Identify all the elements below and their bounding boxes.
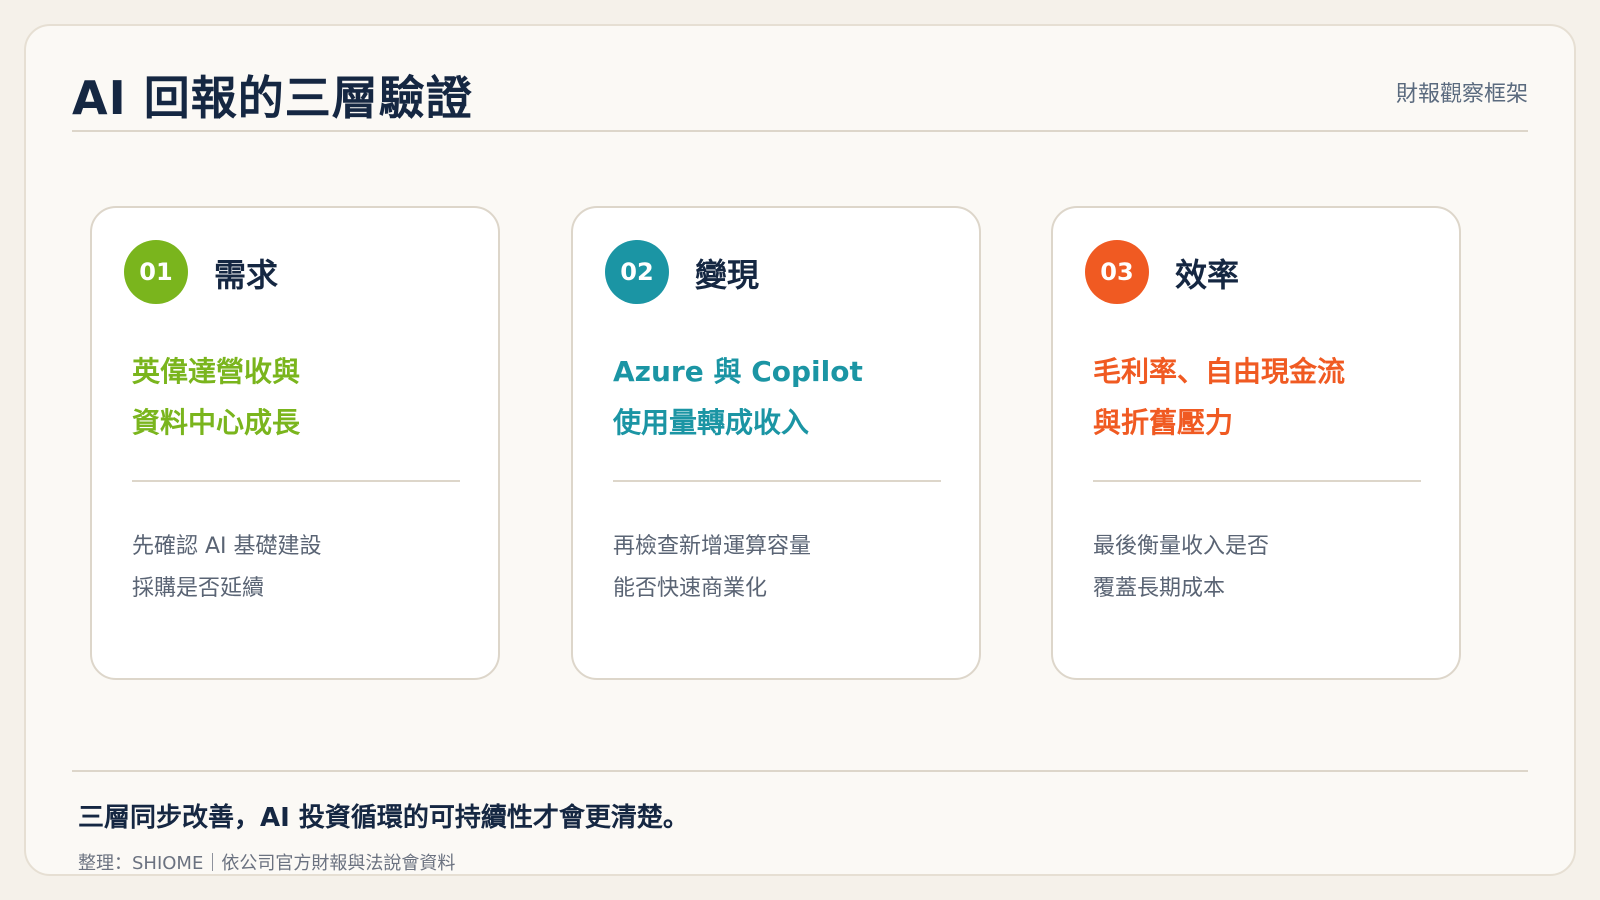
page-title: AI 回報的三層驗證 — [72, 71, 473, 125]
card-efficiency: 03 效率 毛利率、自由現金流 與折舊壓力 最後衡量收入是否 覆蓋長期成本 — [1051, 206, 1461, 680]
card-description: 再檢查新增運算容量 能否快速商業化 — [613, 526, 953, 610]
step-badge: 02 — [605, 240, 669, 304]
highlight-line: 與折舊壓力 — [1093, 406, 1234, 439]
card-divider — [132, 480, 460, 482]
description-line: 覆蓋長期成本 — [1093, 576, 1226, 601]
footer-divider — [72, 770, 1528, 772]
highlight-line: 使用量轉成收入 — [613, 406, 810, 439]
conclusion-text: 三層同步改善，AI 投資循環的可持續性才會更清楚。 — [78, 803, 689, 833]
step-badge: 01 — [124, 240, 188, 304]
card-divider — [613, 480, 941, 482]
page-subtitle: 財報觀察框架 — [1395, 82, 1528, 107]
step-badge: 03 — [1085, 240, 1149, 304]
highlight-line: Azure 與 Copilot — [613, 355, 863, 388]
card-highlight: 英偉達營收與 資料中心成長 — [132, 346, 472, 448]
description-line: 最後衡量收入是否 — [1093, 534, 1270, 559]
description-line: 採購是否延續 — [132, 576, 265, 601]
highlight-line: 資料中心成長 — [132, 406, 301, 439]
source-note: 整理：SHIOME｜依公司官方財報與法說會資料 — [78, 853, 456, 874]
card-description: 先確認 AI 基礎建設 採購是否延續 — [132, 526, 472, 610]
card-heading: 變現 — [695, 256, 760, 294]
card-heading: 需求 — [214, 256, 279, 294]
description-line: 先確認 AI 基礎建設 — [132, 534, 322, 559]
card-monetization: 02 變現 Azure 與 Copilot 使用量轉成收入 再檢查新增運算容量 … — [571, 206, 981, 680]
card-divider — [1093, 480, 1421, 482]
card-heading: 效率 — [1175, 256, 1240, 294]
description-line: 能否快速商業化 — [613, 576, 768, 601]
card-demand: 01 需求 英偉達營收與 資料中心成長 先確認 AI 基礎建設 採購是否延續 — [90, 206, 500, 680]
card-highlight: Azure 與 Copilot 使用量轉成收入 — [613, 346, 953, 448]
card-description: 最後衡量收入是否 覆蓋長期成本 — [1093, 526, 1433, 610]
highlight-line: 毛利率、自由現金流 — [1093, 355, 1346, 388]
card-highlight: 毛利率、自由現金流 與折舊壓力 — [1093, 346, 1433, 448]
description-line: 再檢查新增運算容量 — [613, 534, 812, 559]
highlight-line: 英偉達營收與 — [132, 355, 301, 388]
header-divider — [72, 130, 1528, 132]
